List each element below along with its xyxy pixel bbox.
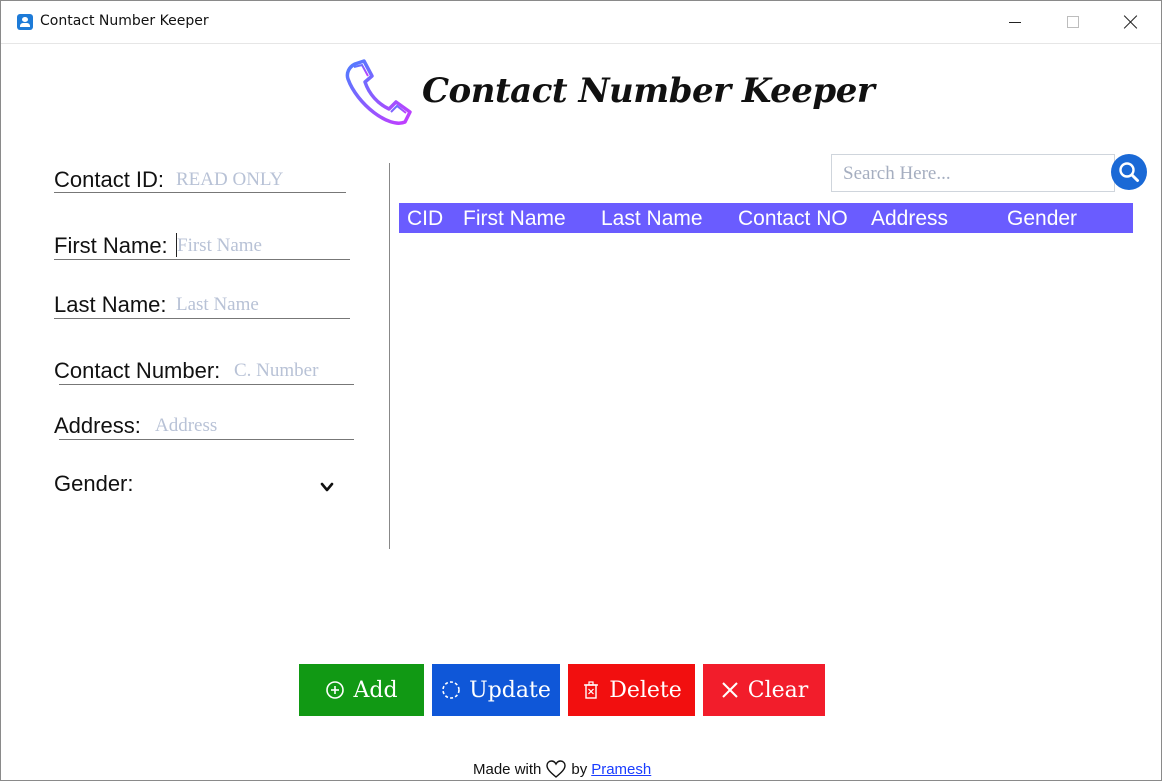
gender-select[interactable] xyxy=(149,471,341,499)
refresh-icon xyxy=(442,681,460,699)
add-button[interactable]: Add xyxy=(299,664,424,716)
contact-number-label: Contact Number: xyxy=(54,358,221,383)
column-header-cid[interactable]: CID xyxy=(407,207,443,231)
close-icon xyxy=(722,682,738,698)
column-header-address[interactable]: Address xyxy=(871,207,948,231)
footer: Made with by Pramesh xyxy=(473,759,651,779)
address-field[interactable] xyxy=(155,413,347,439)
window-title: Contact Number Keeper xyxy=(40,13,209,29)
address-label: Address: xyxy=(54,413,141,438)
update-button-label: Update xyxy=(469,677,551,703)
heart-icon xyxy=(546,760,567,778)
maximize-button[interactable] xyxy=(1044,1,1102,43)
last-name-field[interactable] xyxy=(176,292,346,318)
search-input[interactable] xyxy=(841,159,1105,189)
column-header-last-name[interactable]: Last Name xyxy=(601,207,703,231)
search-icon xyxy=(1119,162,1139,182)
footer-prefix: Made with xyxy=(473,760,542,778)
close-window-button[interactable] xyxy=(1102,1,1160,43)
address-underline xyxy=(59,439,354,440)
table-body xyxy=(399,233,1133,549)
plus-circle-icon xyxy=(326,681,345,699)
gender-label: Gender: xyxy=(54,471,134,496)
column-header-gender[interactable]: Gender xyxy=(1007,207,1077,231)
contact-id-underline xyxy=(54,192,346,193)
column-header-first-name[interactable]: First Name xyxy=(463,207,566,231)
maximize-icon xyxy=(1067,16,1079,28)
trash-icon xyxy=(584,681,599,699)
contact-number-underline xyxy=(59,384,354,385)
first-name-field[interactable] xyxy=(177,233,347,259)
app-heading: Contact Number Keeper xyxy=(422,71,875,111)
chevron-down-icon[interactable] xyxy=(319,479,335,495)
contact-number-field[interactable] xyxy=(234,358,350,384)
app-window: Contact Number Keeper Contact Number Kee… xyxy=(0,0,1162,781)
minimize-button[interactable] xyxy=(986,1,1044,43)
search-button[interactable] xyxy=(1111,154,1147,190)
clear-button-label: Clear xyxy=(747,677,809,703)
vertical-divider xyxy=(389,163,390,549)
add-button-label: Add xyxy=(353,677,398,703)
text-cursor xyxy=(176,233,177,257)
phone-handset-icon xyxy=(345,59,412,125)
first-name-label: First Name: xyxy=(54,233,168,258)
column-header-contact-no[interactable]: Contact NO xyxy=(738,207,848,231)
last-name-label: Last Name: xyxy=(54,292,167,317)
contact-id-label: Contact ID: xyxy=(54,167,165,192)
title-bar: Contact Number Keeper xyxy=(1,1,1161,44)
table-header: CID First Name Last Name Contact NO Addr… xyxy=(399,203,1133,233)
delete-button[interactable]: Delete xyxy=(568,664,695,716)
first-name-underline xyxy=(54,259,350,260)
last-name-underline xyxy=(54,318,350,319)
minimize-icon xyxy=(1009,21,1021,23)
delete-button-label: Delete xyxy=(609,677,682,703)
author-link[interactable]: Pramesh xyxy=(591,761,651,778)
footer-by: by xyxy=(571,760,588,778)
clear-button[interactable]: Clear xyxy=(703,664,825,716)
update-button[interactable]: Update xyxy=(432,664,560,716)
contacts-app-icon xyxy=(17,14,33,30)
contact-id-field[interactable] xyxy=(176,167,344,193)
close-icon xyxy=(1124,15,1138,29)
